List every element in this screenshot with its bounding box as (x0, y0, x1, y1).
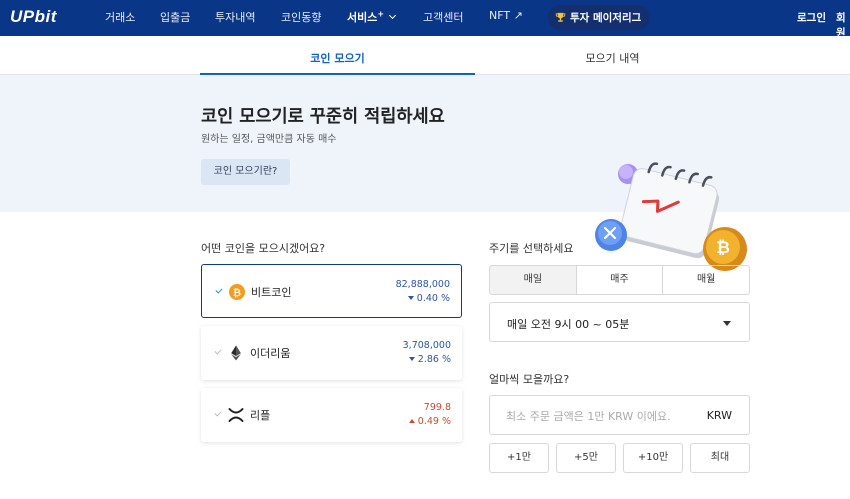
coin-change: 0.40 % (407, 293, 450, 304)
promo-label: 투자 메이저리그 (570, 12, 642, 24)
bitcoin-icon: ₿ (229, 284, 245, 300)
nav-services[interactable]: 서비스+ (347, 9, 397, 25)
what-is-coin-collect-button[interactable]: 코인 모으기란? (201, 159, 290, 185)
check-icon (214, 409, 222, 417)
top-navigation: UPbit 거래소 입출금 투자내역 코인동향 서비스+ 고객센터 NFT ↗ … (0, 0, 850, 39)
time-select[interactable]: 매일 오전 9시 00 ~ 05분 (489, 302, 750, 342)
up-arrow-icon (408, 419, 415, 423)
coin-change-value: 2.86 % (417, 354, 451, 365)
nav-customer-center[interactable]: 고객센터 (423, 9, 463, 25)
nav-nft[interactable]: NFT ↗ (489, 9, 523, 22)
coin-option-ripple[interactable]: 리플 799.8 0.49 % (201, 388, 462, 442)
tab-coin-collect[interactable]: 코인 모으기 (200, 36, 475, 75)
amount-input[interactable] (506, 407, 696, 425)
hero-subtitle: 원하는 일정, 금액만큼 자동 매수 (201, 134, 337, 145)
svg-text:₿: ₿ (716, 238, 730, 258)
login-link[interactable]: 로그인 (797, 10, 826, 25)
upbit-logo[interactable]: UPbit (10, 7, 57, 27)
nav-investment-history[interactable]: 투자내역 (215, 9, 255, 25)
coin-name: 비트코인 (251, 286, 292, 299)
down-arrow-icon (407, 296, 414, 300)
nav-coin-trends[interactable]: 코인동향 (281, 9, 321, 25)
nav-exchange[interactable]: 거래소 (105, 9, 135, 25)
amount-label: 얼마씩 모을까요? (489, 373, 570, 386)
coin-change: 2.86 % (408, 354, 451, 365)
max-amount-button[interactable]: 최대 (690, 443, 750, 473)
coin-select-label: 어떤 코인을 모으시겠어요? (201, 242, 326, 255)
period-segmented-control: 매일 매주 매월 (489, 265, 750, 295)
coin-price: 799.8 (423, 402, 451, 413)
nav-services-label: 서비스 (347, 11, 378, 24)
investment-major-league-button[interactable]: 투자 메이저리그 (548, 5, 651, 30)
svg-text:₿: ₿ (233, 287, 241, 299)
trophy-icon (555, 12, 566, 22)
caret-down-icon (723, 321, 731, 326)
coin-option-bitcoin[interactable]: ₿ 비트코인 82,888,000 0.40 % (201, 264, 462, 318)
coin-name: 리플 (250, 409, 271, 422)
chevron-down-icon (389, 11, 397, 20)
calendar-coins-illustration: ₿ (595, 162, 747, 271)
ripple-icon (228, 408, 244, 422)
period-weekly[interactable]: 매주 (577, 266, 664, 294)
hero-title: 코인 모으기로 꾸준히 적립하세요 (201, 107, 445, 127)
amount-field: KRW (489, 395, 750, 435)
ethereum-icon (231, 345, 241, 361)
check-icon (214, 347, 222, 355)
nav-services-plus: + (377, 9, 385, 19)
coin-name: 이더리움 (250, 347, 291, 360)
currency-unit: KRW (706, 409, 732, 422)
nav-deposit-withdraw[interactable]: 입출금 (160, 9, 190, 25)
coin-price: 3,708,000 (402, 340, 451, 351)
coin-price: 82,888,000 (395, 279, 450, 290)
coin-change: 0.49 % (408, 416, 451, 427)
coin-option-ethereum[interactable]: 이더리움 3,708,000 2.86 % (201, 326, 462, 380)
add-50k-button[interactable]: +5만 (556, 443, 616, 473)
coin-change-value: 0.49 % (417, 416, 451, 427)
down-arrow-icon (408, 357, 415, 361)
tab-collect-history[interactable]: 모으기 내역 (475, 36, 750, 75)
period-daily[interactable]: 매일 (490, 266, 577, 294)
period-monthly[interactable]: 매월 (663, 266, 749, 294)
add-10k-button[interactable]: +1만 (489, 443, 549, 473)
time-select-value: 매일 오전 9시 00 ~ 05분 (507, 318, 630, 331)
tab-bar: 코인 모으기 모으기 내역 (0, 36, 850, 75)
add-100k-button[interactable]: +10만 (623, 443, 683, 473)
hero-banner: 코인 모으기로 꾸준히 적립하세요 원하는 일정, 금액만큼 자동 매수 코인 … (0, 75, 850, 271)
coin-change-value: 0.40 % (416, 293, 450, 304)
period-label: 주기를 선택하세요 (489, 242, 574, 255)
check-icon (215, 286, 223, 294)
